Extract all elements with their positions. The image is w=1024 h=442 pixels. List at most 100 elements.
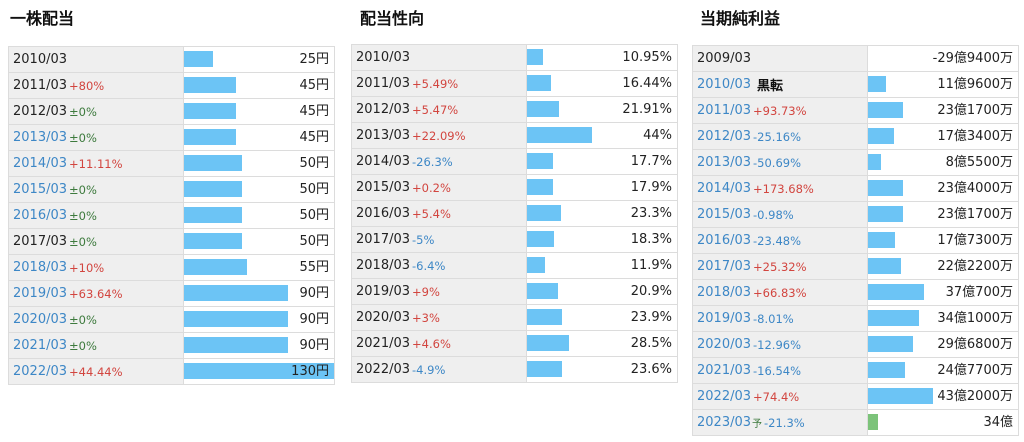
table-row: 2012/03 -25.16% 17億3400万 (693, 124, 1018, 150)
table-row: 2016/03 +5.4% 23.3% (352, 201, 677, 227)
table-row: 2013/03 +22.09% 44% (352, 123, 677, 149)
value-cell: 17.7% (527, 149, 677, 174)
year-label: 2022/03 +44.44% (9, 359, 184, 384)
change-percent: -6.4% (412, 258, 446, 273)
fiscal-year: 2009/03 (697, 51, 752, 66)
fiscal-year[interactable]: 2018/03 (13, 260, 67, 275)
value-text: 45円 (299, 78, 329, 93)
value-bar (184, 129, 236, 145)
table-row: 2012/03 ±0% 45円 (9, 99, 334, 125)
fiscal-year[interactable]: 2021/03 (13, 338, 67, 353)
fiscal-year[interactable]: 2023/03 (697, 415, 751, 430)
table-row: 2016/03 -23.48% 17億7300万 (693, 228, 1018, 254)
fiscal-year[interactable]: 2018/03 (697, 285, 751, 300)
value-cell: 45円 (184, 125, 334, 150)
value-bar (868, 206, 903, 222)
change-percent: +11.11% (69, 156, 123, 171)
change-percent: +44.44% (69, 364, 123, 379)
value-bar (868, 102, 903, 118)
fiscal-year[interactable]: 2016/03 (697, 233, 751, 248)
value-cell: 17億3400万 (868, 124, 1018, 149)
year-label: 2016/03 ±0% (9, 203, 184, 228)
year-label: 2019/03 -8.01% (693, 306, 868, 331)
value-text: 43億2000万 (937, 389, 1013, 404)
table-row: 2010/03 25円 (9, 47, 334, 73)
value-text: 90円 (299, 286, 329, 301)
fiscal-year[interactable]: 2014/03 (13, 156, 67, 171)
value-text: 23億4000万 (937, 181, 1013, 196)
fiscal-year[interactable]: 2019/03 (13, 286, 67, 301)
fiscal-year[interactable]: 2015/03 (697, 207, 751, 222)
change-percent: -4.9% (412, 362, 446, 377)
value-text: 45円 (299, 130, 329, 145)
value-cell: 23億1700万 (868, 98, 1018, 123)
year-label: 2015/03 +0.2% (352, 175, 527, 200)
year-label: 2017/03 +25.32% (693, 254, 868, 279)
value-text: 34億 (983, 415, 1013, 430)
fiscal-year[interactable]: 2022/03 (697, 389, 751, 404)
change-percent: +63.64% (69, 286, 123, 301)
value-text: 17億7300万 (937, 233, 1013, 248)
fiscal-year[interactable]: 2012/03 (697, 129, 751, 144)
value-text: 34億1000万 (937, 311, 1013, 326)
value-cell: 90円 (184, 307, 334, 332)
fiscal-year: 2018/03 (356, 258, 411, 273)
value-cell: 34億 (868, 410, 1018, 435)
value-bar (527, 257, 545, 273)
year-label: 2010/03 (352, 45, 527, 70)
fiscal-year[interactable]: 2022/03 (13, 364, 67, 379)
fiscal-year[interactable]: 2021/03 (697, 363, 751, 378)
year-label: 2009/03 (693, 46, 868, 71)
table-row: 2014/03 +173.68% 23億4000万 (693, 176, 1018, 202)
fiscal-year[interactable]: 2020/03 (13, 312, 67, 327)
value-cell: 21.91% (527, 97, 677, 122)
change-percent: -50.69% (753, 155, 802, 170)
table-row: 2017/03 +25.32% 22億2200万 (693, 254, 1018, 280)
table-row: 2022/03 +44.44% 130円 (9, 359, 334, 385)
fiscal-year[interactable]: 2011/03 (697, 103, 751, 118)
fiscal-year[interactable]: 2013/03 (697, 155, 751, 170)
value-bar (184, 181, 242, 197)
value-cell: 55円 (184, 255, 334, 280)
fiscal-year[interactable]: 2010/03 (697, 77, 751, 92)
fiscal-year[interactable]: 2020/03 (697, 337, 751, 352)
table-row: 2010/03 10.95% (352, 45, 677, 71)
value-bar (184, 207, 242, 223)
year-label: 2012/03 +5.47% (352, 97, 527, 122)
value-cell: 50円 (184, 229, 334, 254)
value-text: 50円 (299, 208, 329, 223)
table-row: 2011/03 +5.49% 16.44% (352, 71, 677, 97)
year-label: 2016/03 +5.4% (352, 201, 527, 226)
fiscal-year[interactable]: 2017/03 (697, 259, 751, 274)
table-row: 2017/03 ±0% 50円 (9, 229, 334, 255)
fiscal-year[interactable]: 2015/03 (13, 182, 67, 197)
value-text: 29億6800万 (937, 337, 1013, 352)
value-cell: 20.9% (527, 279, 677, 304)
year-label: 2021/03 ±0% (9, 333, 184, 358)
table-row: 2014/03 +11.11% 50円 (9, 151, 334, 177)
fiscal-year[interactable]: 2014/03 (697, 181, 751, 196)
value-cell: 23.3% (527, 201, 677, 226)
value-bar (527, 205, 561, 221)
panel-title: 一株配当 (10, 9, 75, 28)
table-row: 2022/03 +74.4% 43億2000万 (693, 384, 1018, 410)
year-label: 2019/03 +9% (352, 279, 527, 304)
fiscal-year: 2017/03 (13, 234, 68, 249)
year-label: 2018/03 +10% (9, 255, 184, 280)
fiscal-year[interactable]: 2013/03 (13, 130, 67, 145)
value-cell: 43億2000万 (868, 384, 1018, 409)
fiscal-year[interactable]: 2016/03 (13, 208, 67, 223)
value-bar (527, 309, 562, 325)
payout-table: 2010/03 10.95% 2011/03 +5.49% 16.44% 2012/03 +… (351, 44, 678, 383)
change-percent: -23.48% (753, 233, 802, 248)
fiscal-year[interactable]: 2019/03 (697, 311, 751, 326)
table-row: 2021/03 ±0% 90円 (9, 333, 334, 359)
value-bar (527, 127, 592, 143)
year-label: 2013/03 ±0% (9, 125, 184, 150)
year-label: 2010/03 (9, 47, 184, 72)
year-label: 2011/03 +80% (9, 73, 184, 98)
value-text: 10.95% (622, 50, 672, 65)
change-percent: ±0% (69, 312, 97, 327)
year-label: 2011/03 +5.49% (352, 71, 527, 96)
table-row: 2012/03 +5.47% 21.91% (352, 97, 677, 123)
